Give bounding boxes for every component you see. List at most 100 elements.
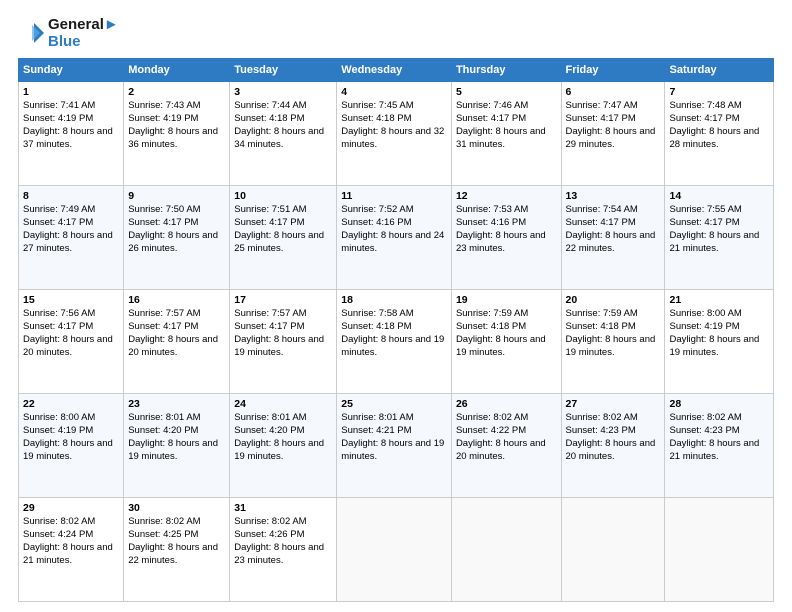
calendar-week-row: 15 Sunrise: 7:56 AM Sunset: 4:17 PM Dayl… [19,290,774,394]
table-row: 15 Sunrise: 7:56 AM Sunset: 4:17 PM Dayl… [19,290,124,394]
sunrise-text: Sunrise: 8:01 AM [341,412,413,423]
table-row [561,498,665,602]
sunset-text: Sunset: 4:17 PM [23,321,93,332]
day-number: 6 [566,85,661,99]
day-number: 20 [566,293,661,307]
col-monday: Monday [124,59,230,82]
table-row: 18 Sunrise: 7:58 AM Sunset: 4:18 PM Dayl… [337,290,452,394]
daylight-text: Daylight: 8 hours and 25 minutes. [234,230,324,254]
daylight-text: Daylight: 8 hours and 29 minutes. [566,126,656,150]
sunrise-text: Sunrise: 7:43 AM [128,100,200,111]
sunset-text: Sunset: 4:17 PM [456,113,526,124]
daylight-text: Daylight: 8 hours and 19 minutes. [234,334,324,358]
sunset-text: Sunset: 4:26 PM [234,529,304,540]
daylight-text: Daylight: 8 hours and 21 minutes. [669,230,759,254]
sunset-text: Sunset: 4:18 PM [234,113,304,124]
day-number: 16 [128,293,225,307]
table-row: 19 Sunrise: 7:59 AM Sunset: 4:18 PM Dayl… [451,290,561,394]
sunrise-text: Sunrise: 8:00 AM [23,412,95,423]
table-row: 25 Sunrise: 8:01 AM Sunset: 4:21 PM Dayl… [337,394,452,498]
sunrise-text: Sunrise: 7:50 AM [128,204,200,215]
table-row: 31 Sunrise: 8:02 AM Sunset: 4:26 PM Dayl… [230,498,337,602]
calendar-week-row: 8 Sunrise: 7:49 AM Sunset: 4:17 PM Dayli… [19,186,774,290]
day-number: 8 [23,189,119,203]
sunset-text: Sunset: 4:19 PM [128,113,198,124]
daylight-text: Daylight: 8 hours and 20 minutes. [566,438,656,462]
daylight-text: Daylight: 8 hours and 20 minutes. [456,438,546,462]
sunset-text: Sunset: 4:20 PM [234,425,304,436]
sunset-text: Sunset: 4:25 PM [128,529,198,540]
day-number: 29 [23,501,119,515]
sunrise-text: Sunrise: 8:02 AM [234,516,306,527]
sunrise-text: Sunrise: 8:02 AM [128,516,200,527]
table-row [665,498,774,602]
sunrise-text: Sunrise: 7:51 AM [234,204,306,215]
table-row: 11 Sunrise: 7:52 AM Sunset: 4:16 PM Dayl… [337,186,452,290]
daylight-text: Daylight: 8 hours and 20 minutes. [23,334,113,358]
sunset-text: Sunset: 4:17 PM [566,217,636,228]
sunset-text: Sunset: 4:19 PM [23,113,93,124]
sunrise-text: Sunrise: 7:58 AM [341,308,413,319]
sunset-text: Sunset: 4:17 PM [669,217,739,228]
sunrise-text: Sunrise: 7:47 AM [566,100,638,111]
sunset-text: Sunset: 4:17 PM [566,113,636,124]
sunrise-text: Sunrise: 7:54 AM [566,204,638,215]
table-row: 1 Sunrise: 7:41 AM Sunset: 4:19 PM Dayli… [19,82,124,186]
calendar-week-row: 29 Sunrise: 8:02 AM Sunset: 4:24 PM Dayl… [19,498,774,602]
sunset-text: Sunset: 4:20 PM [128,425,198,436]
daylight-text: Daylight: 8 hours and 19 minutes. [669,334,759,358]
table-row: 28 Sunrise: 8:02 AM Sunset: 4:23 PM Dayl… [665,394,774,498]
sunset-text: Sunset: 4:17 PM [128,321,198,332]
daylight-text: Daylight: 8 hours and 19 minutes. [566,334,656,358]
day-number: 3 [234,85,332,99]
day-number: 5 [456,85,557,99]
day-number: 26 [456,397,557,411]
daylight-text: Daylight: 8 hours and 23 minutes. [234,542,324,566]
table-row: 17 Sunrise: 7:57 AM Sunset: 4:17 PM Dayl… [230,290,337,394]
table-row: 4 Sunrise: 7:45 AM Sunset: 4:18 PM Dayli… [337,82,452,186]
sunset-text: Sunset: 4:17 PM [234,321,304,332]
day-number: 7 [669,85,769,99]
daylight-text: Daylight: 8 hours and 21 minutes. [23,542,113,566]
daylight-text: Daylight: 8 hours and 23 minutes. [456,230,546,254]
day-number: 13 [566,189,661,203]
day-number: 21 [669,293,769,307]
logo-area: General► Blue [18,16,119,50]
day-number: 22 [23,397,119,411]
daylight-text: Daylight: 8 hours and 19 minutes. [23,438,113,462]
table-row: 20 Sunrise: 7:59 AM Sunset: 4:18 PM Dayl… [561,290,665,394]
table-row: 10 Sunrise: 7:51 AM Sunset: 4:17 PM Dayl… [230,186,337,290]
sunset-text: Sunset: 4:18 PM [341,321,411,332]
table-row: 24 Sunrise: 8:01 AM Sunset: 4:20 PM Dayl… [230,394,337,498]
sunset-text: Sunset: 4:16 PM [456,217,526,228]
sunrise-text: Sunrise: 8:01 AM [128,412,200,423]
day-number: 2 [128,85,225,99]
table-row: 7 Sunrise: 7:48 AM Sunset: 4:17 PM Dayli… [665,82,774,186]
sunset-text: Sunset: 4:21 PM [341,425,411,436]
daylight-text: Daylight: 8 hours and 37 minutes. [23,126,113,150]
sunset-text: Sunset: 4:17 PM [234,217,304,228]
header: General► Blue [18,16,774,50]
logo-text: General► Blue [48,16,119,50]
table-row: 14 Sunrise: 7:55 AM Sunset: 4:17 PM Dayl… [665,186,774,290]
sunrise-text: Sunrise: 7:59 AM [456,308,528,319]
page: General► Blue Sunday Monday Tuesday Wedn… [0,0,792,612]
day-number: 11 [341,189,447,203]
col-tuesday: Tuesday [230,59,337,82]
sunset-text: Sunset: 4:17 PM [23,217,93,228]
sunrise-text: Sunrise: 7:57 AM [128,308,200,319]
daylight-text: Daylight: 8 hours and 19 minutes. [341,438,444,462]
daylight-text: Daylight: 8 hours and 31 minutes. [456,126,546,150]
table-row: 21 Sunrise: 8:00 AM Sunset: 4:19 PM Dayl… [665,290,774,394]
day-number: 23 [128,397,225,411]
daylight-text: Daylight: 8 hours and 20 minutes. [128,334,218,358]
sunrise-text: Sunrise: 7:53 AM [456,204,528,215]
table-row: 2 Sunrise: 7:43 AM Sunset: 4:19 PM Dayli… [124,82,230,186]
sunrise-text: Sunrise: 8:02 AM [669,412,741,423]
col-sunday: Sunday [19,59,124,82]
daylight-text: Daylight: 8 hours and 19 minutes. [341,334,444,358]
table-row: 23 Sunrise: 8:01 AM Sunset: 4:20 PM Dayl… [124,394,230,498]
daylight-text: Daylight: 8 hours and 32 minutes. [341,126,444,150]
sunrise-text: Sunrise: 7:57 AM [234,308,306,319]
sunset-text: Sunset: 4:23 PM [566,425,636,436]
